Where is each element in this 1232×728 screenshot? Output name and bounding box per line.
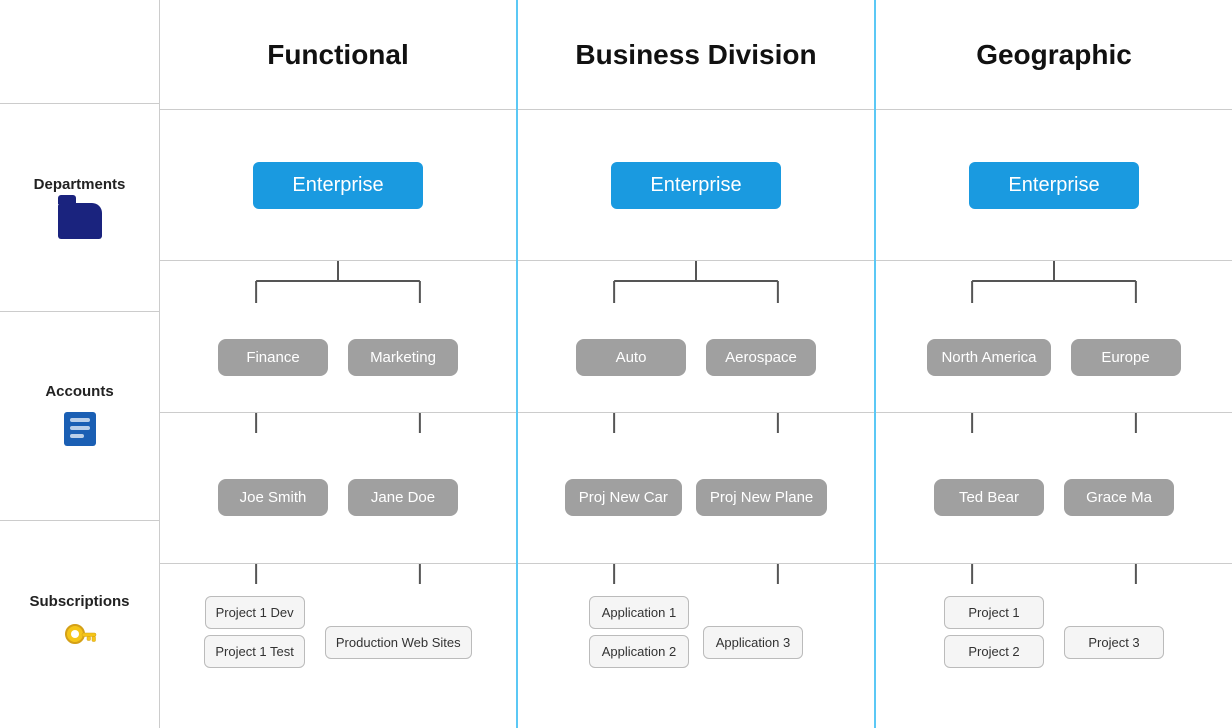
geo-sub-row: Project 1 Project 2 Project 3 [876, 563, 1232, 728]
functional-dept-marketing: Marketing [348, 339, 458, 376]
geo-acct-row: Ted Bear Grace Ma [876, 412, 1232, 563]
functional-acct-jane: Jane Doe [348, 479, 458, 516]
business-division-column: Business Division Enterprise Auto Aerosp… [518, 0, 876, 728]
bd-enterprise-row: Enterprise [518, 110, 874, 260]
accounts-label: Accounts [45, 383, 113, 400]
bd-dept-auto: Auto [576, 339, 686, 376]
functional-sub-prodweb: Production Web Sites [325, 626, 472, 659]
functional-sub-proj1test: Project 1 Test [204, 635, 305, 668]
bd-acct-projnewcar: Proj New Car [565, 479, 682, 516]
geographic-column: Geographic Enterprise North America Euro… [876, 0, 1232, 728]
folder-icon [58, 203, 102, 239]
geo-header: Geographic [876, 0, 1232, 110]
bd-dept-row: Auto Aerospace [518, 260, 874, 411]
functional-sub-proj1dev: Project 1 Dev [205, 596, 305, 629]
accounts-label-cell: Accounts [0, 311, 159, 519]
geo-dept-row: North America Europe [876, 260, 1232, 411]
bd-enterprise-node: Enterprise [611, 162, 781, 209]
label-header-empty [0, 0, 159, 103]
bd-sub-app1: Application 1 [589, 596, 689, 629]
bd-sub-app2: Application 2 [589, 635, 689, 668]
functional-enterprise-node: Enterprise [253, 162, 423, 209]
functional-dept-row: Finance Marketing [160, 260, 516, 411]
geo-sub-proj1: Project 1 [944, 596, 1044, 629]
departments-label: Departments [34, 176, 126, 193]
functional-column: Functional Enterprise [160, 0, 518, 728]
bd-acct-row: Proj New Car Proj New Plane [518, 412, 874, 563]
bd-header: Business Division [518, 0, 874, 110]
functional-dept-finance: Finance [218, 339, 328, 376]
bd-acct-projnewplane: Proj New Plane [696, 479, 827, 516]
functional-acct-joe: Joe Smith [218, 479, 328, 516]
subscriptions-label-cell: Subscriptions [0, 520, 159, 728]
geo-enterprise-node: Enterprise [969, 162, 1139, 209]
functional-acct-row: Joe Smith Jane Doe [160, 412, 516, 563]
bd-title: Business Division [575, 39, 816, 71]
geo-sub-proj2: Project 2 [944, 635, 1044, 668]
geo-title: Geographic [976, 39, 1132, 71]
geo-sub-proj3: Project 3 [1064, 626, 1164, 659]
functional-header: Functional [160, 0, 516, 110]
labels-column: Departments Accounts Subscriptions [0, 0, 160, 728]
geo-enterprise-row: Enterprise [876, 110, 1232, 260]
subscriptions-label: Subscriptions [29, 593, 129, 610]
key-icon [62, 620, 98, 656]
geo-dept-northamerica: North America [927, 339, 1050, 376]
geo-dept-europe: Europe [1071, 339, 1181, 376]
functional-sub-row: Project 1 Dev Project 1 Test Production … [160, 563, 516, 728]
functional-enterprise-row: Enterprise [160, 110, 516, 260]
geo-acct-gracema: Grace Ma [1064, 479, 1174, 516]
departments-label-cell: Departments [0, 103, 159, 311]
bd-sub-app3: Application 3 [703, 626, 803, 659]
bd-sub-row: Application 1 Application 2 Application … [518, 563, 874, 728]
geo-acct-tedbear: Ted Bear [934, 479, 1044, 516]
accounts-icon [60, 410, 100, 448]
functional-title: Functional [267, 39, 409, 71]
content-area: Functional Enterprise [160, 0, 1232, 728]
bd-dept-aerospace: Aerospace [706, 339, 816, 376]
